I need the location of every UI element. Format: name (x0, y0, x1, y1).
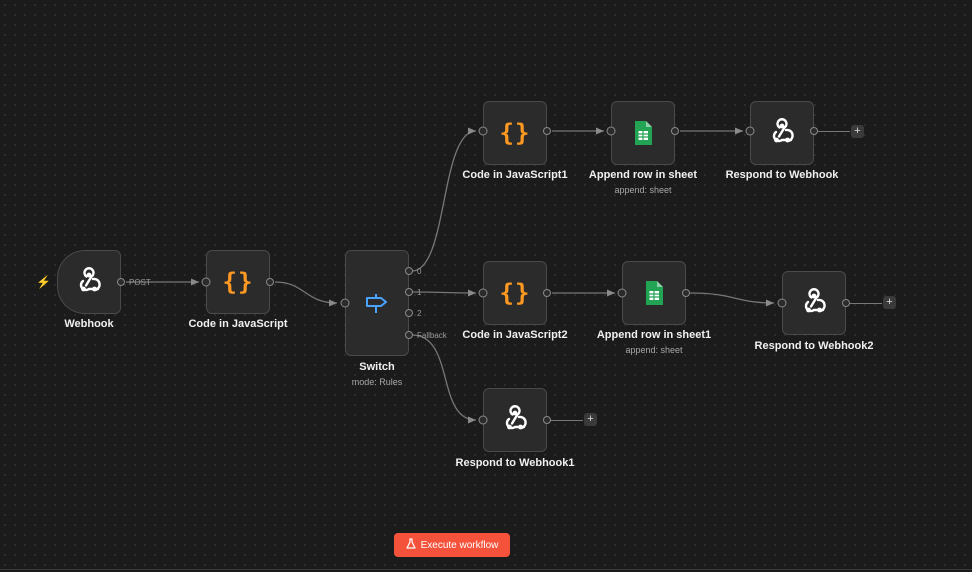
webhook-output-label: POST (129, 278, 151, 287)
respond-add-connector (818, 131, 850, 132)
node-sheet1-label: Append row in sheet1 (596, 329, 712, 341)
edge-fallback-respond1 (411, 334, 477, 424)
node-respond1[interactable] (483, 388, 547, 452)
node-webhook-label: Webhook (64, 318, 114, 330)
code1-input-handle[interactable] (478, 126, 488, 136)
signpost-icon (364, 290, 390, 316)
node-sheet-subtitle: append: sheet (614, 185, 672, 195)
code-braces-icon: {} (222, 268, 254, 296)
switch-output-fallback-handle[interactable] (405, 331, 413, 339)
node-respond1-label: Respond to Webhook1 (455, 457, 575, 469)
webhook-icon (74, 267, 104, 297)
code2-output-handle[interactable] (543, 289, 551, 297)
code1-output-handle[interactable] (543, 127, 551, 135)
switch-output-1-label: 1 (417, 288, 422, 297)
respond1-output-handle[interactable] (543, 416, 551, 424)
switch-output-0-handle[interactable] (405, 267, 413, 275)
node-sheet1[interactable] (622, 261, 686, 325)
node-sheet-label: Append row in sheet (588, 169, 698, 181)
edge-sheet1-respond2 (689, 292, 775, 307)
sheet-output-handle[interactable] (671, 127, 679, 135)
respond1-input-handle[interactable] (478, 415, 488, 425)
node-code2-label: Code in JavaScript2 (462, 329, 568, 341)
canvas-bottom-divider (0, 569, 972, 570)
switch-output-1-handle[interactable] (405, 288, 413, 296)
node-code-label: Code in JavaScript (188, 318, 288, 330)
switch-input-handle[interactable] (340, 298, 350, 308)
webhook-icon (799, 288, 829, 318)
respond-input-handle[interactable] (745, 126, 755, 136)
node-webhook[interactable] (57, 250, 121, 314)
webhook-icon (500, 405, 530, 435)
node-code1[interactable]: {} (483, 101, 547, 165)
sheet1-output-handle[interactable] (682, 289, 690, 297)
google-sheets-icon (633, 120, 653, 146)
edge-code-switch (274, 281, 338, 307)
execute-workflow-button[interactable]: Execute workflow (394, 533, 510, 557)
node-respond[interactable] (750, 101, 814, 165)
code2-input-handle[interactable] (478, 288, 488, 298)
node-switch-subtitle: mode: Rules (351, 377, 403, 387)
node-respond2-label: Respond to Webhook2 (754, 340, 874, 352)
edge-switch1-code2 (411, 289, 477, 297)
code-braces-icon: {} (499, 119, 531, 147)
code-output-handle[interactable] (266, 278, 274, 286)
switch-output-0-label: 0 (417, 267, 422, 276)
sheet-input-handle[interactable] (606, 126, 616, 136)
node-switch[interactable] (345, 250, 409, 356)
workflow-canvas[interactable]: ⚡ POST Webhook {} Code in JavaScript 0 1… (0, 0, 972, 572)
webhook-output-handle[interactable] (117, 278, 125, 286)
respond-add-node-button[interactable]: + (851, 125, 864, 138)
switch-output-fallback-label: Fallback (417, 331, 447, 340)
node-respond2[interactable] (782, 271, 846, 335)
node-sheet[interactable] (611, 101, 675, 165)
code-input-handle[interactable] (201, 277, 211, 287)
sheet1-input-handle[interactable] (617, 288, 627, 298)
respond2-add-connector (850, 303, 882, 304)
bolt-icon: ⚡ (36, 275, 51, 289)
respond1-add-connector (551, 420, 583, 421)
node-sheet1-subtitle: append: sheet (625, 345, 683, 355)
execute-workflow-label: Execute workflow (420, 539, 499, 551)
respond1-add-node-button[interactable]: + (584, 413, 597, 426)
node-switch-label: Switch (359, 361, 395, 373)
flask-icon (405, 538, 416, 552)
google-sheets-icon (644, 280, 664, 306)
respond-output-handle[interactable] (810, 127, 818, 135)
respond2-add-node-button[interactable]: + (883, 296, 896, 309)
node-code[interactable]: {} (206, 250, 270, 314)
edge-switch0-code1 (411, 127, 477, 272)
respond2-input-handle[interactable] (777, 298, 787, 308)
node-code1-label: Code in JavaScript1 (462, 169, 568, 181)
webhook-icon (767, 118, 797, 148)
node-respond-label: Respond to Webhook (725, 169, 839, 181)
respond2-output-handle[interactable] (842, 299, 850, 307)
switch-output-2-handle[interactable] (405, 309, 413, 317)
node-code2[interactable]: {} (483, 261, 547, 325)
switch-output-2-label: 2 (417, 309, 422, 318)
code-braces-icon: {} (499, 279, 531, 307)
